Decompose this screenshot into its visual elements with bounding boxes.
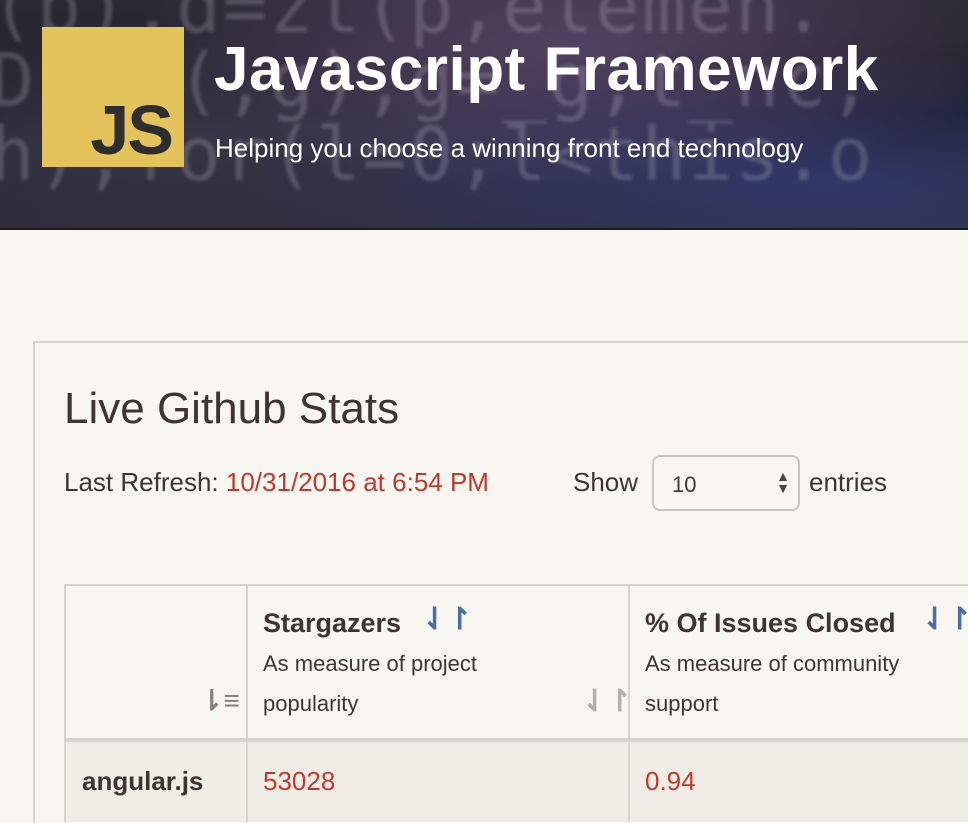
js-logo[interactable]: JS xyxy=(42,27,184,167)
table-cell-stargazers: 53028 xyxy=(246,742,630,822)
table-cell-name: angular.js xyxy=(64,742,248,822)
column-subtitle-line1: As measure of project xyxy=(263,651,477,676)
entries-label: entries xyxy=(809,467,888,497)
last-refresh: Last Refresh: 10/31/2016 at 6:54 PM xyxy=(64,467,489,498)
stargazers-value: 53028 xyxy=(263,766,336,796)
column-subtitle-line2: popularity xyxy=(263,691,359,716)
up-down-arrows-icon[interactable]: ⇃↾ xyxy=(422,602,472,637)
sort-amount-down-icon[interactable]: ⇂≡ xyxy=(200,684,240,717)
site-title: Javascript Framework xyxy=(214,35,879,104)
up-down-arrows-icon[interactable]: ⇃↾ xyxy=(582,684,632,719)
entries-select[interactable]: 10 ▲ ▼ xyxy=(652,455,800,511)
column-subtitle-line2: support xyxy=(645,691,719,716)
framework-name: angular.js xyxy=(82,766,204,796)
entries-select-value: 10 xyxy=(672,472,697,497)
table-cell-issues-closed: 0.94 xyxy=(628,742,968,822)
column-header-name[interactable]: ⇂≡ xyxy=(64,584,248,740)
column-header-stargazers[interactable]: Stargazers ⇃↾ As measure of project popu… xyxy=(246,584,632,740)
column-subtitle-line1: As measure of community xyxy=(645,651,900,676)
panel-title: Live Github Stats xyxy=(64,384,400,433)
select-caret-icon: ▲ ▼ xyxy=(776,468,790,496)
refresh-date: 10/31/2016 at 6:54 PM xyxy=(225,467,489,497)
column-title: Stargazers xyxy=(263,608,402,638)
refresh-label: Last Refresh: xyxy=(64,467,219,497)
site-tagline: Helping you choose a winning front end t… xyxy=(215,133,804,163)
column-header-issues-closed[interactable]: % Of Issues Closed ⇃↾ As measure of comm… xyxy=(628,584,968,740)
issues-closed-value: 0.94 xyxy=(645,766,696,796)
column-title: % Of Issues Closed xyxy=(645,608,896,638)
show-label: Show xyxy=(573,467,639,497)
up-down-arrows-icon[interactable]: ⇃↾ xyxy=(922,602,968,637)
logo-text: JS xyxy=(90,91,174,169)
